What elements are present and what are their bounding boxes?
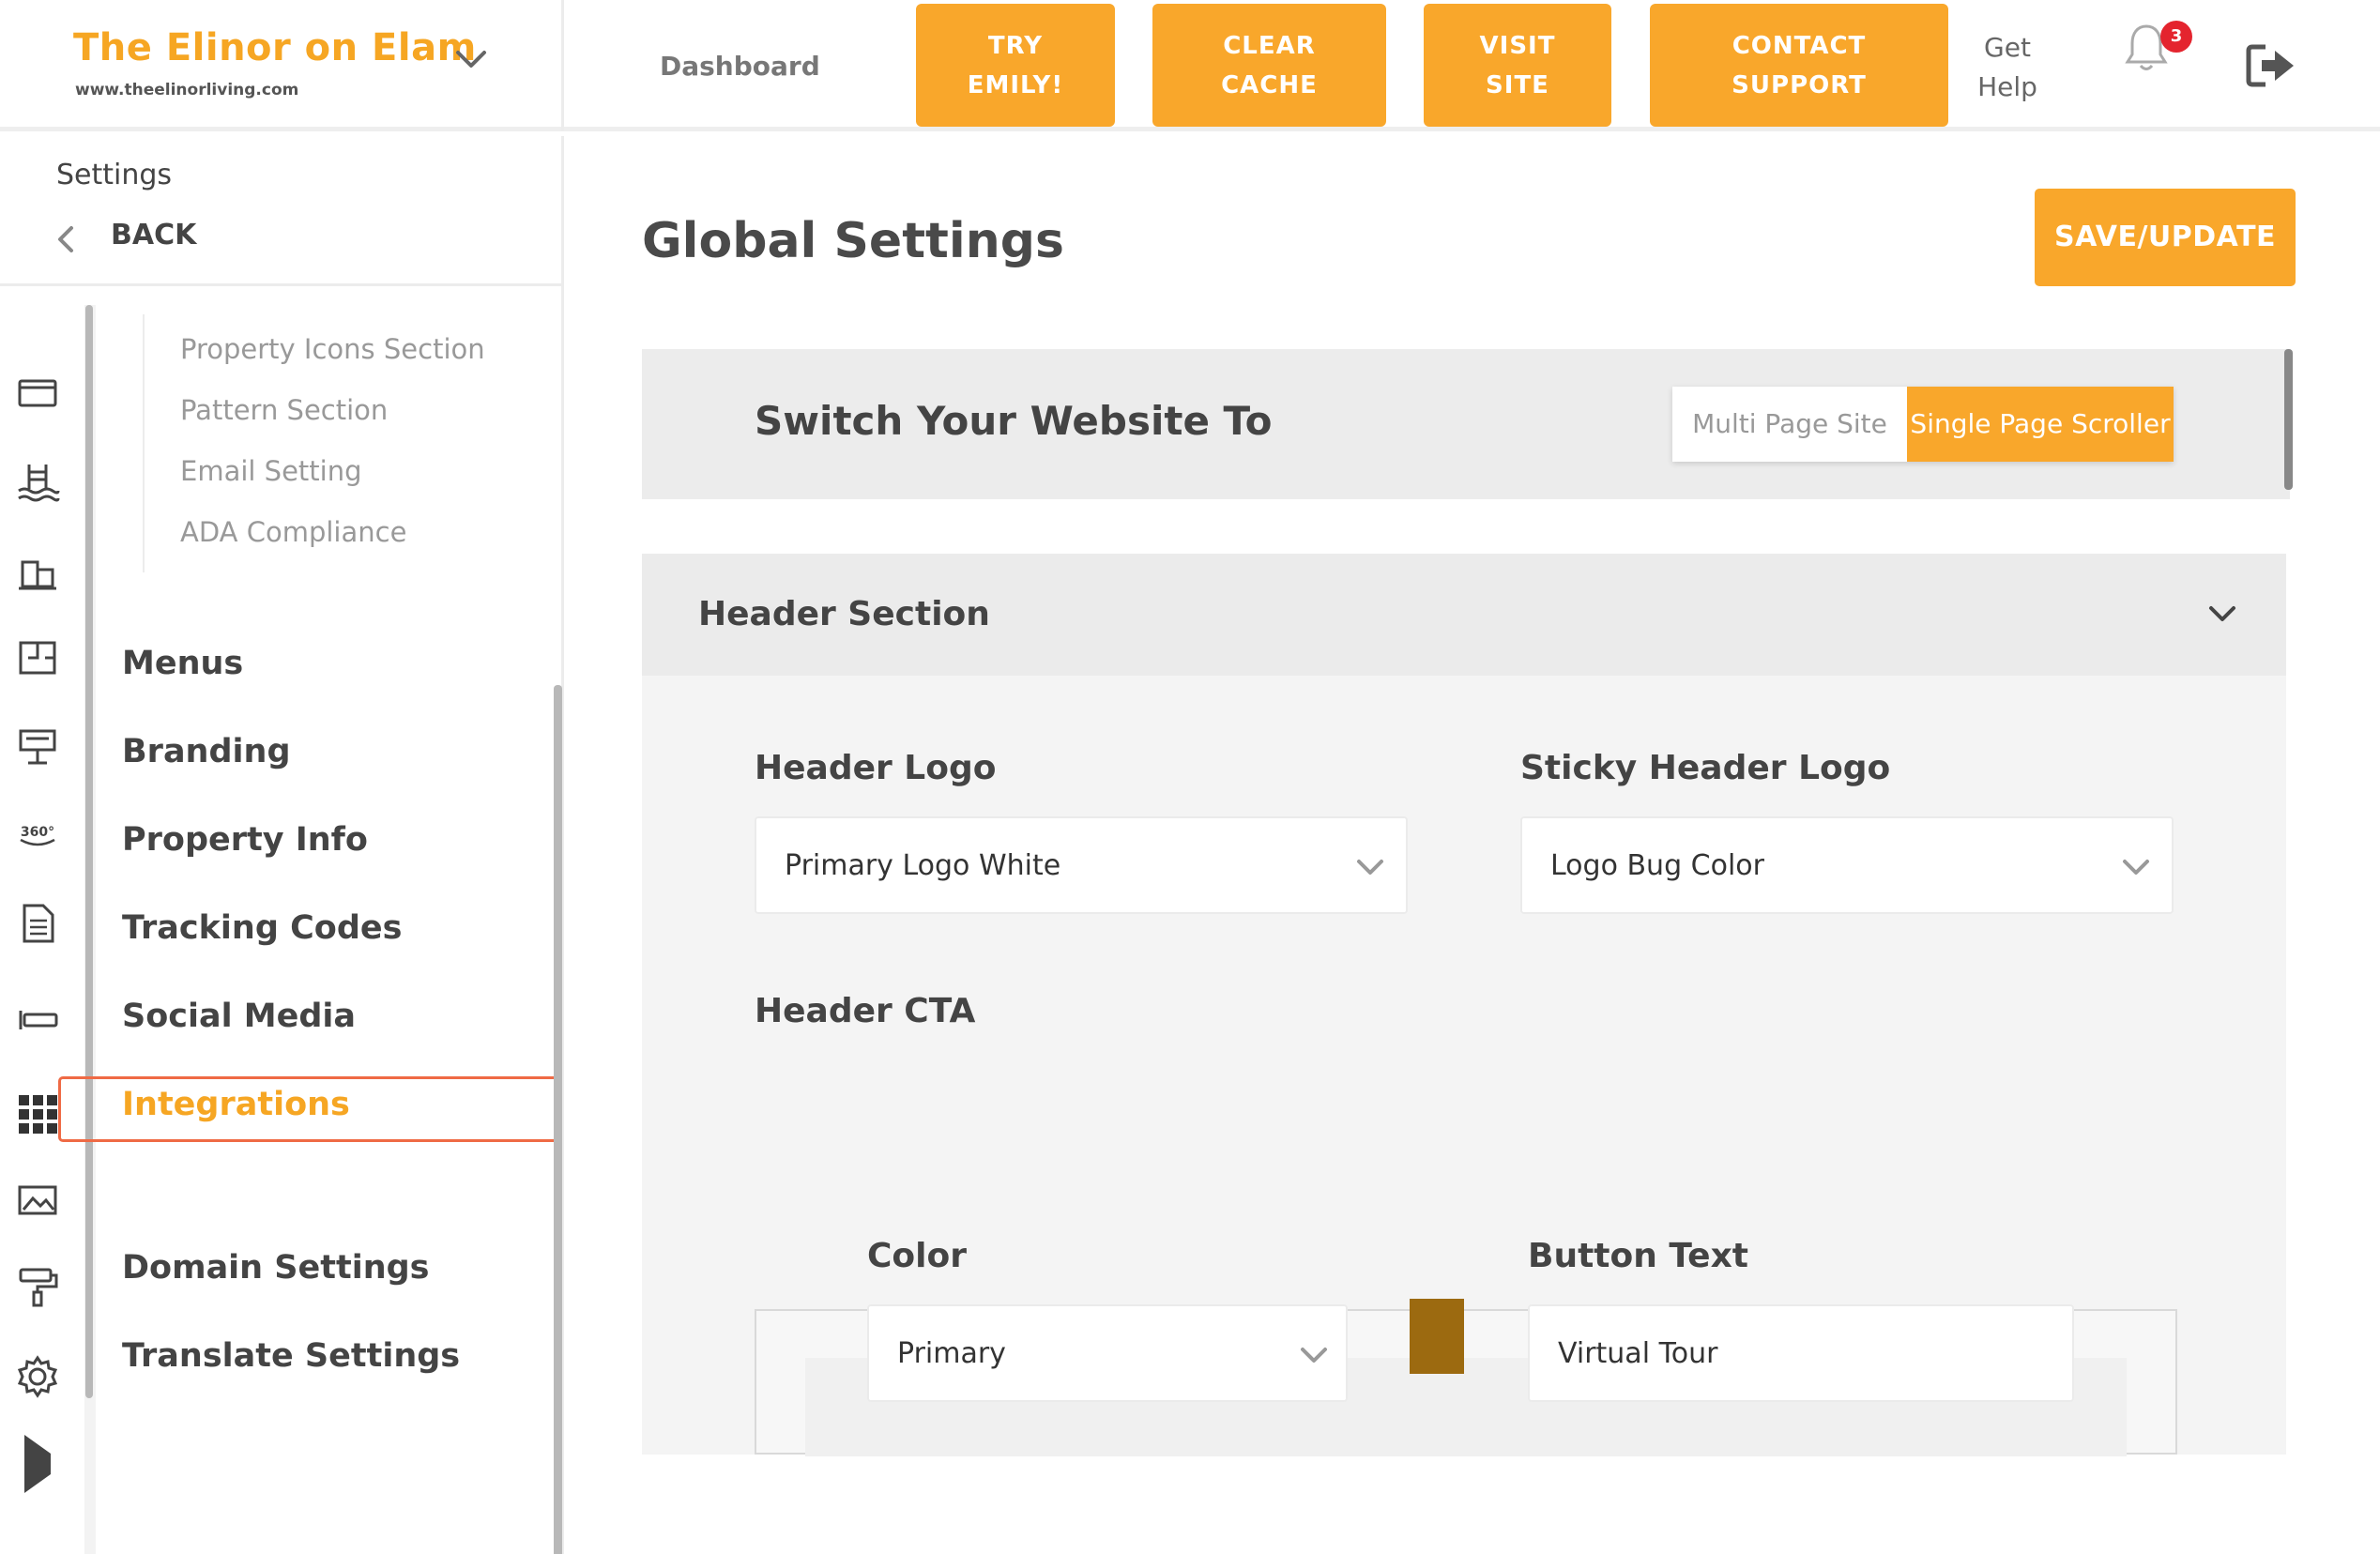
sidebar-item-property-icons[interactable]: Property Icons Section [180,333,485,365]
help-label-line2: Help [1977,71,2037,102]
notification-badge: 3 [2160,21,2192,53]
switch-website-card: Switch Your Website To Multi Page Site S… [642,349,2290,499]
button-text-label: Button Text [1528,1237,1749,1275]
buildings-icon[interactable] [15,551,60,596]
get-help-link[interactable]: Get Help [1965,28,2050,107]
floorplan-icon[interactable] [15,635,60,680]
button-label-line2: SITE [1486,70,1549,99]
cta-color-select[interactable]: Primary [867,1304,1348,1402]
sidebar-item-pattern-section[interactable]: Pattern Section [180,394,388,426]
color-swatch[interactable] [1410,1299,1464,1374]
button-label-line1: TRY [987,31,1044,60]
rail-scrollbar[interactable] [85,305,93,1398]
chevron-down-icon [1301,1348,1327,1363]
sidebar-item-domain-settings[interactable]: Domain Settings [122,1249,430,1287]
visit-site-button[interactable]: VISIT SITE [1424,4,1611,127]
chevron-down-icon[interactable] [2205,597,2239,631]
active-item-outline [58,1076,561,1142]
chevron-down-icon[interactable] [452,39,490,77]
image-icon[interactable] [15,1178,60,1223]
sign-icon[interactable] [15,998,60,1043]
color-label: Color [867,1237,967,1275]
sticky-logo-label: Sticky Header Logo [1520,749,1891,787]
document-icon[interactable] [15,900,60,945]
property-name[interactable]: The Elinor on Elam [73,26,477,69]
sidebar-item-email-setting[interactable]: Email Setting [180,455,362,487]
main-content: Global Settings SAVE/UPDATE Switch Your … [567,136,2380,1554]
button-label-line2: EMILY! [967,70,1064,99]
contact-support-button[interactable]: CONTACT SUPPORT [1650,4,1948,127]
sidebar-item-property-info[interactable]: Property Info [122,821,368,859]
property-switcher[interactable]: The Elinor on Elam www.theelinorliving.c… [0,0,564,131]
header-section-toggle[interactable]: Header Section [642,554,2286,676]
sidebar: Settings BACK 360° Property Icons Sectio… [0,136,564,1554]
sidebar-item-social-media[interactable]: Social Media [122,998,356,1035]
site-mode-toggle[interactable]: Multi Page Site Single Page Scroller [1672,387,2174,462]
sidebar-item-tracking-codes[interactable]: Tracking Codes [122,909,402,947]
chevron-down-icon [2123,860,2149,875]
header-logo-select[interactable]: Primary Logo White [755,816,1408,914]
switch-title: Switch Your Website To [755,398,1273,444]
360-tour-icon[interactable]: 360° [15,812,60,857]
button-label-line1: CONTACT [1732,31,1867,60]
chevron-down-icon [1357,860,1383,875]
button-label-line1: VISIT [1479,31,1556,60]
submenu-divider [143,314,145,572]
header-logo-label: Header Logo [755,749,997,787]
button-label-line2: SUPPORT [1732,70,1867,99]
clear-cache-button[interactable]: CLEAR CACHE [1152,4,1386,127]
multi-page-option[interactable]: Multi Page Site [1672,387,1907,462]
amenities-icon[interactable] [15,724,60,769]
sticky-logo-select[interactable]: Logo Bug Color [1520,816,2174,914]
settings-menu: Property Icons Section Pattern Section E… [94,305,561,1554]
logout-icon[interactable] [2245,41,2297,90]
sticky-logo-value: Logo Bug Color [1550,849,1764,882]
sidebar-item-branding[interactable]: Branding [122,733,291,770]
sidebar-title: Settings [56,159,173,191]
sidebar-item-ada-compliance[interactable]: ADA Compliance [180,516,406,548]
dashboard-link[interactable]: Dashboard [660,51,820,82]
button-label-line2: CACHE [1221,70,1318,99]
top-bar: The Elinor on Elam www.theelinorliving.c… [0,0,2380,131]
help-label-line1: Get [1984,32,2031,63]
main-scrollbar[interactable] [2284,349,2293,490]
sidebar-item-translate-settings[interactable]: Translate Settings [122,1337,460,1375]
svg-text:360°: 360° [21,825,54,840]
paint-roller-icon[interactable] [15,1264,60,1309]
browser-window-icon[interactable] [15,371,60,416]
menu-scrollbar[interactable] [554,685,562,1554]
button-text-value: Virtual Tour [1558,1337,1718,1370]
button-text-input[interactable]: Virtual Tour [1528,1304,2074,1402]
apps-grid-icon[interactable] [15,1091,60,1136]
icon-rail: 360° [0,305,96,1554]
header-section-card: Header Section Header Logo Primary Logo … [642,554,2286,1456]
play-icon[interactable] [15,1431,60,1497]
header-cta-label: Header CTA [755,992,976,1030]
sidebar-item-menus[interactable]: Menus [122,645,243,682]
try-emily-button[interactable]: TRY EMILY! [916,4,1115,127]
single-page-option[interactable]: Single Page Scroller [1907,387,2174,462]
section-title: Header Section [698,595,990,633]
back-button[interactable]: BACK [111,219,196,251]
header-logo-value: Primary Logo White [785,849,1061,882]
gear-icon[interactable] [15,1354,60,1399]
sidebar-header: Settings BACK [0,136,561,286]
page-title: Global Settings [642,213,1064,269]
chevron-left-icon[interactable] [53,222,77,256]
property-url: www.theelinorliving.com [75,81,299,99]
button-label-line1: CLEAR [1223,31,1316,60]
cta-color-value: Primary [897,1337,1006,1370]
save-update-button[interactable]: SAVE/UPDATE [2035,189,2296,286]
pool-icon[interactable] [15,459,60,504]
